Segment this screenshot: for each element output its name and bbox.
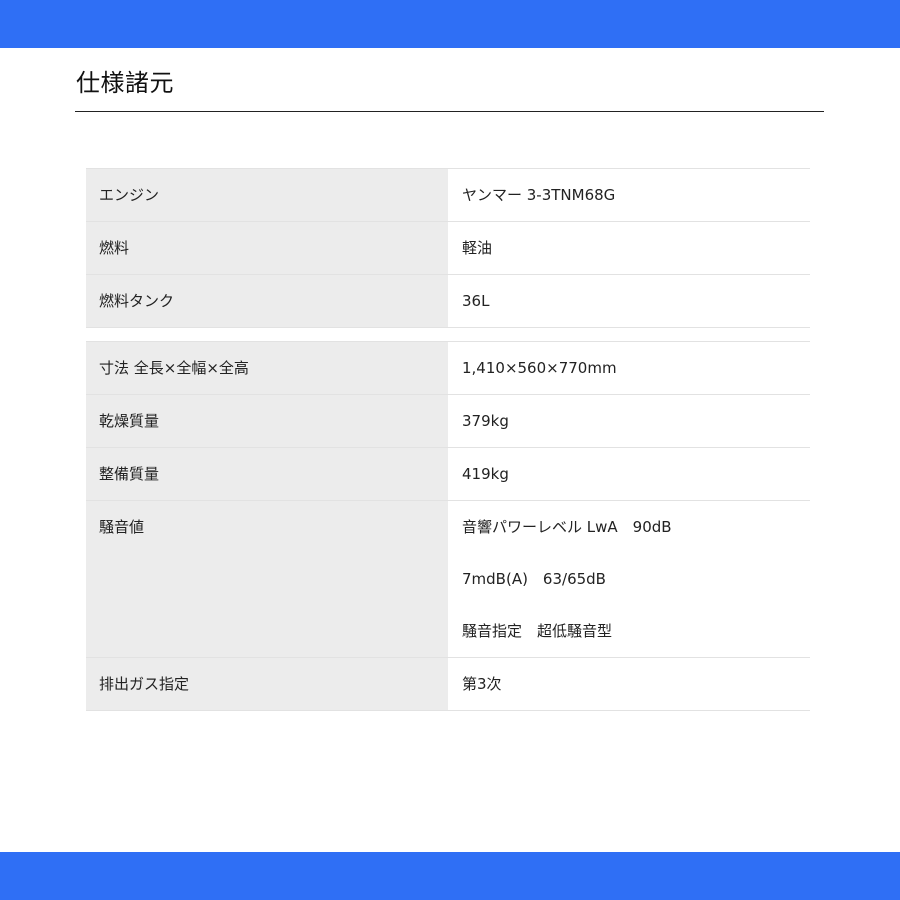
- table-row: 寸法 全長×全幅×全高 1,410×560×770mm: [86, 341, 810, 395]
- row-label: 乾燥質量: [86, 394, 448, 448]
- noise-value-line: 音響パワーレベル LwA 90dB: [462, 518, 672, 536]
- row-value: 379kg: [448, 394, 810, 448]
- row-label: エンジン: [86, 168, 448, 222]
- row-value: 音響パワーレベル LwA 90dB 7mdB(A) 63/65dB 騒音指定 超…: [448, 500, 810, 658]
- row-value: 第3次: [448, 657, 810, 711]
- row-label: 整備質量: [86, 447, 448, 501]
- table-row: 排出ガス指定 第3次: [86, 657, 810, 711]
- row-label-text: 騒音値: [99, 518, 145, 536]
- row-value: 1,410×560×770mm: [448, 341, 810, 395]
- row-label: 寸法 全長×全幅×全高: [86, 341, 448, 395]
- noise-value-line: 騒音指定 超低騒音型: [462, 622, 613, 640]
- row-value: 36L: [448, 274, 810, 328]
- bottom-accent-bar: [0, 852, 900, 900]
- spec-table-dimensions: 寸法 全長×全幅×全高 1,410×560×770mm 乾燥質量 379kg 整…: [86, 341, 810, 711]
- table-row: エンジン ヤンマー 3-3TNM68G: [86, 168, 810, 222]
- row-label: 燃料: [86, 221, 448, 275]
- table-row: 整備質量 419kg: [86, 447, 810, 501]
- table-row: 燃料タンク 36L: [86, 274, 810, 328]
- table-row: 乾燥質量 379kg: [86, 394, 810, 448]
- row-label: 燃料タンク: [86, 274, 448, 328]
- top-accent-bar: [0, 0, 900, 48]
- page-title: 仕様諸元: [76, 69, 174, 97]
- noise-value-line: 7mdB(A) 63/65dB: [462, 570, 606, 588]
- row-label: 騒音値: [86, 500, 448, 658]
- table-row: 燃料 軽油: [86, 221, 810, 275]
- spec-page: 仕様諸元 エンジン ヤンマー 3-3TNM68G 燃料 軽油 燃料タンク 36L…: [0, 0, 900, 900]
- section-heading: 仕様諸元: [75, 62, 824, 112]
- row-value: 419kg: [448, 447, 810, 501]
- row-value: ヤンマー 3-3TNM68G: [448, 168, 810, 222]
- row-label: 排出ガス指定: [86, 657, 448, 711]
- spec-table-engine: エンジン ヤンマー 3-3TNM68G 燃料 軽油 燃料タンク 36L: [86, 168, 810, 328]
- table-row: 騒音値 音響パワーレベル LwA 90dB 7mdB(A) 63/65dB 騒音…: [86, 500, 810, 658]
- row-value: 軽油: [448, 221, 810, 275]
